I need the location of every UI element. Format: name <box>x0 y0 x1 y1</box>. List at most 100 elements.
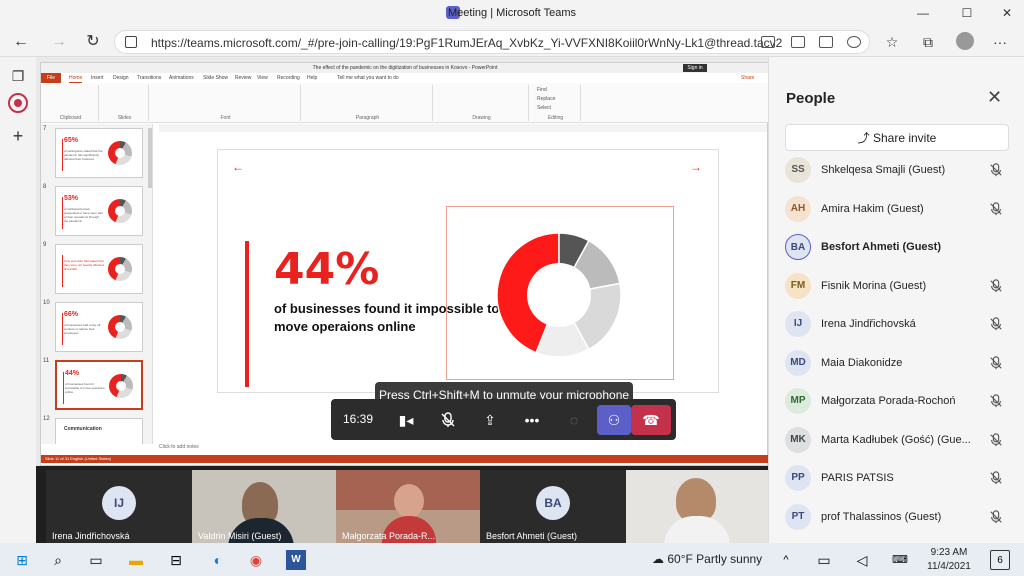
participant-row[interactable]: AH Amira Hakim (Guest) <box>785 192 1015 230</box>
video-tile[interactable] <box>626 470 768 543</box>
ppt-tab-animations[interactable]: Animations <box>169 73 194 83</box>
forward-arrow-icon[interactable]: → <box>48 31 70 53</box>
clock[interactable]: 9:23 AM 11/4/2021 <box>922 546 976 574</box>
ppt-tab-home[interactable]: Home <box>69 73 83 83</box>
maximize-button[interactable]: ☐ <box>956 3 978 23</box>
video-tile[interactable]: Valdrin Misiri (Guest) <box>192 470 336 543</box>
participants-icon[interactable]: ⚇ <box>597 405 631 435</box>
thumb-donut <box>108 315 132 339</box>
thumb-scrollbar[interactable] <box>148 128 152 188</box>
slide-thumbnail-selected[interactable]: 44% of businesses found it impossible to… <box>55 360 143 410</box>
favorites-icon[interactable]: ☆ <box>882 32 902 52</box>
camera-icon[interactable] <box>761 36 775 48</box>
participant-row[interactable]: PP PARIS PATSIS <box>785 461 1015 499</box>
store-icon[interactable]: ⊟ <box>166 550 186 570</box>
edge-icon[interactable]: ◐ <box>208 550 228 570</box>
browser-menu-button[interactable]: ··· <box>990 32 1010 52</box>
leave-call-icon[interactable]: ☎ <box>631 405 671 435</box>
find-button[interactable]: Find <box>537 87 547 93</box>
network-icon[interactable]: ▭ <box>814 550 834 570</box>
ppt-tab-insert[interactable]: Insert <box>91 73 104 83</box>
slide-prev-arrow[interactable]: ← <box>232 160 244 174</box>
refresh-icon[interactable]: ↻ <box>82 31 104 53</box>
address-bar[interactable]: https://teams.microsoft.com/_#/pre-join-… <box>114 30 870 54</box>
thumb-donut <box>108 257 132 281</box>
participant-avatar: PT <box>785 503 811 530</box>
mic-muted-icon[interactable] <box>431 405 465 435</box>
ppt-status-bar: Slide 11 of 31 English (United States) <box>41 455 769 463</box>
minimize-button[interactable]: — <box>912 3 934 23</box>
ppt-tell-me[interactable]: Tell me what you want to do <box>337 73 399 83</box>
notifications-icon[interactable]: 6 <box>990 550 1010 570</box>
weather-widget[interactable]: ☁ 60°F Partly sunny <box>652 552 762 566</box>
task-view-icon[interactable]: ▭ <box>86 550 106 570</box>
back-arrow-icon[interactable]: ← <box>10 31 32 53</box>
add-favorite-icon[interactable] <box>847 36 861 48</box>
new-tab-icon[interactable]: + <box>9 127 27 145</box>
ppt-notes[interactable]: Click to add notes <box>159 444 769 452</box>
ppt-tab-transitions[interactable]: Transitions <box>137 73 161 83</box>
more-actions-icon[interactable]: ••• <box>515 405 549 435</box>
thumb-red-line <box>62 139 63 171</box>
thumb-donut <box>108 141 132 165</box>
start-icon[interactable]: ⊞ <box>12 550 32 570</box>
select-button[interactable]: Select <box>537 105 551 111</box>
tray-chevron-icon[interactable]: ^ <box>776 550 796 570</box>
camera-toggle-icon[interactable]: ▮◂ <box>389 405 423 435</box>
participant-row[interactable]: IJ Irena Jindřichovská <box>785 307 1015 345</box>
slide-thumbnail[interactable]: Communication <box>55 418 143 444</box>
ppt-share[interactable]: Share <box>741 73 754 83</box>
participant-row[interactable]: BA Besfort Ahmeti (Guest) <box>785 230 1015 268</box>
thumb-number: 8 <box>43 184 47 190</box>
chrome-icon[interactable]: ◉ <box>246 550 266 570</box>
ppt-tab-help[interactable]: Help <box>307 73 317 83</box>
share-invite-button[interactable]: ⤴ Share invite <box>785 124 1009 151</box>
ribbon-clipboard: Clipboard <box>43 85 99 121</box>
recording-tab-icon[interactable] <box>8 93 28 113</box>
participant-row[interactable]: MP Małgorzata Porada-Rochoń <box>785 384 1015 422</box>
app-available-icon[interactable] <box>791 36 805 48</box>
ppt-tab-design[interactable]: Design <box>113 73 129 83</box>
share-icon: ⤴ <box>857 131 873 145</box>
ppt-sign-in[interactable]: Sign in <box>683 64 707 72</box>
participant-row[interactable]: FM Fisnik Morina (Guest) <box>785 269 1015 307</box>
tab-actions-icon[interactable]: ❐ <box>9 67 27 85</box>
close-window-button[interactable]: ✕ <box>996 3 1018 23</box>
search-icon[interactable]: ⌕ <box>48 550 68 570</box>
participant-row[interactable]: PT prof Thalassinos (Guest) <box>785 500 1015 538</box>
slide-next-arrow[interactable]: → <box>690 160 702 174</box>
share-screen-icon[interactable]: ⇪ <box>473 405 507 435</box>
replace-button[interactable]: Replace <box>537 96 555 102</box>
thumb-red-line <box>62 197 63 229</box>
editing-label: Editing <box>547 115 564 121</box>
participant-row[interactable]: MD Maia Diakonidze <box>785 346 1015 384</box>
video-tile[interactable]: BA Besfort Ahmeti (Guest) <box>480 470 626 543</box>
slide-thumbnail[interactable]: 66% of businesses had to lay off workers… <box>55 302 143 352</box>
tile-avatar: IJ <box>102 486 136 520</box>
participant-name: Małgorzata Porada-Rochoń <box>821 395 956 407</box>
language-icon[interactable]: ⌨ <box>890 550 910 570</box>
ppt-tab-review[interactable]: Review <box>235 73 251 83</box>
chat-icon[interactable]: ◌ <box>557 405 591 435</box>
ppt-tab-recording[interactable]: Recording <box>277 73 300 83</box>
profile-avatar[interactable] <box>956 32 974 50</box>
slide-thumbnail[interactable]: Only less than half stated that they wer… <box>55 244 143 294</box>
slide-thumbnail[interactable]: 65% of participants stated that the pand… <box>55 128 143 178</box>
windows-taskbar: ⊞ ⌕ ▭ ▬ ⊟ ◐ ◉ W ☁ 60°F Partly sunny ^ ▭ … <box>0 543 1024 576</box>
video-tile[interactable]: IJ Irena Jindřichovská <box>46 470 192 543</box>
ppt-title: The effect of the pandemic on the digiti… <box>41 63 769 73</box>
close-panel-icon[interactable]: ✕ <box>987 87 1002 108</box>
slide-thumbnail[interactable]: 53% of participants have suspended or ha… <box>55 186 143 236</box>
thumb-text: of businesses had to lay off workers or … <box>64 323 101 335</box>
ppt-tab-view[interactable]: View <box>257 73 268 83</box>
word-icon[interactable]: W <box>286 550 306 570</box>
participant-row[interactable]: SS Shkelqesa Smajli (Guest) <box>785 153 1015 191</box>
ppt-tab-file[interactable]: File <box>41 73 61 83</box>
participant-row[interactable]: MK Marta Kadłubek (Gość) (Gue... <box>785 423 1015 461</box>
video-tile[interactable]: Małgorzata Porada-R... <box>336 470 480 543</box>
file-explorer-icon[interactable]: ▬ <box>126 550 146 570</box>
qr-icon[interactable] <box>819 36 833 48</box>
volume-icon[interactable]: ◁ <box>852 550 872 570</box>
ppt-tab-slideshow[interactable]: Slide Show <box>203 73 228 83</box>
collections-icon[interactable]: ⧉ <box>918 32 938 52</box>
